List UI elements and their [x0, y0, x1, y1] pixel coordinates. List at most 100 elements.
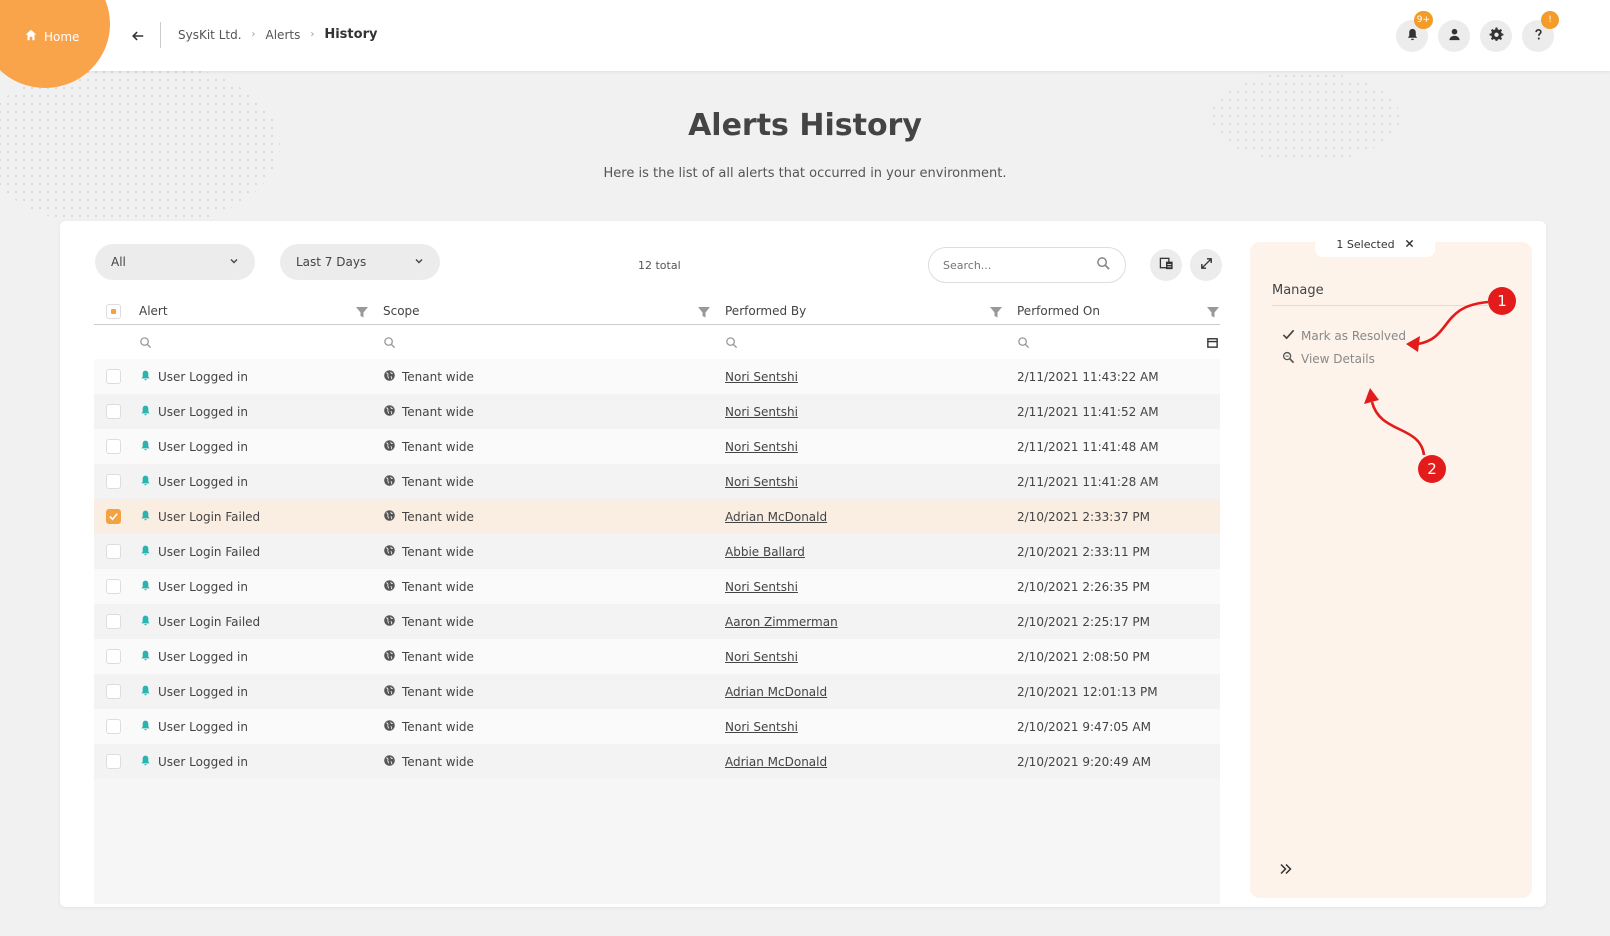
- user-link[interactable]: Nori Sentshi: [725, 405, 798, 419]
- collapse-panel-icon[interactable]: [1278, 861, 1294, 877]
- mark-as-resolved-button[interactable]: Mark as Resolved: [1282, 328, 1406, 344]
- timestamp: 2/10/2021 2:26:35 PM: [1017, 579, 1151, 594]
- table-row[interactable]: User Login Failed Tenant wide Adrian McDon…: [94, 499, 1220, 534]
- notifications-badge: 9+: [1413, 11, 1433, 29]
- row-checkbox[interactable]: [106, 649, 121, 664]
- table-row[interactable]: User Logged in Tenant wide Nori Sentshi 2/1…: [94, 429, 1220, 464]
- table-row[interactable]: User Logged in Tenant wide Nori Sentshi 2/1…: [94, 709, 1220, 744]
- expand-icon: [1199, 256, 1214, 275]
- column-header-scope[interactable]: Scope: [383, 298, 420, 324]
- manage-heading: Manage: [1272, 283, 1324, 298]
- performed-by-cell: Nori Sentshi: [725, 394, 798, 429]
- user-link[interactable]: Nori Sentshi: [725, 650, 798, 664]
- user-link[interactable]: Adrian McDonald: [725, 755, 827, 769]
- table-row[interactable]: User Logged in Tenant wide Nori Sentshi 2/1…: [94, 464, 1220, 499]
- question-icon: [1531, 27, 1546, 46]
- scope-cell: Tenant wide: [383, 359, 474, 394]
- user-link[interactable]: Aaron Zimmerman: [725, 615, 838, 629]
- column-search-icon[interactable]: [383, 336, 396, 349]
- search-box[interactable]: [928, 247, 1126, 283]
- row-checkbox[interactable]: [106, 754, 121, 769]
- row-checkbox[interactable]: [106, 684, 121, 699]
- globe-icon: [383, 579, 396, 595]
- calendar-icon[interactable]: [1206, 336, 1219, 349]
- user-link[interactable]: Adrian McDonald: [725, 685, 827, 699]
- column-chooser-button[interactable]: [1150, 249, 1182, 281]
- table-row[interactable]: User Logged in Tenant wide Adrian McDonald…: [94, 744, 1220, 779]
- table-row[interactable]: User Logged in Tenant wide Nori Sentshi 2/1…: [94, 639, 1220, 674]
- breadcrumb-item-syskit[interactable]: SysKit Ltd.: [178, 28, 242, 42]
- user-link[interactable]: Adrian McDonald: [725, 510, 827, 524]
- row-checkbox[interactable]: [106, 614, 121, 629]
- table-row[interactable]: User Logged in Tenant wide Nori Sentshi 2/1…: [94, 359, 1220, 394]
- zoom-details-icon: [1282, 351, 1295, 367]
- notifications-button[interactable]: 9+: [1396, 11, 1433, 52]
- breadcrumb-item-alerts[interactable]: Alerts: [266, 28, 301, 42]
- row-checkbox[interactable]: [106, 509, 121, 524]
- column-search-icon[interactable]: [139, 336, 152, 349]
- user-link[interactable]: Nori Sentshi: [725, 475, 798, 489]
- globe-icon: [383, 684, 396, 700]
- expand-button[interactable]: [1190, 249, 1222, 281]
- table-row[interactable]: User Logged in Tenant wide Nori Sentshi 2/1…: [94, 394, 1220, 429]
- bell-icon: [139, 404, 152, 420]
- filter-icon[interactable]: [989, 305, 1003, 319]
- bell-icon: [139, 684, 152, 700]
- scope-value: Tenant wide: [402, 754, 474, 769]
- user-link[interactable]: Nori Sentshi: [725, 440, 798, 454]
- grid-body: User Logged in Tenant wide Nori Sentshi 2/1…: [94, 359, 1220, 904]
- row-checkbox[interactable]: [106, 439, 121, 454]
- row-checkbox[interactable]: [106, 404, 121, 419]
- search-input[interactable]: [943, 258, 1083, 272]
- user-profile-button[interactable]: [1438, 20, 1470, 52]
- settings-button[interactable]: [1480, 20, 1512, 52]
- table-row[interactable]: User Logged in Tenant wide Adrian McDonald…: [94, 674, 1220, 709]
- check-icon: [1282, 328, 1295, 344]
- alert-name: User Logged in: [158, 369, 248, 384]
- scope-cell: Tenant wide: [383, 464, 474, 499]
- column-header-performed-by[interactable]: Performed By: [725, 298, 806, 324]
- alert-cell: User Logged in: [139, 709, 248, 744]
- column-search-icon[interactable]: [1017, 336, 1030, 349]
- breadcrumb-chevron-icon: ›: [310, 29, 315, 40]
- user-link[interactable]: Nori Sentshi: [725, 720, 798, 734]
- bell-icon: [139, 579, 152, 595]
- column-header-performed-on[interactable]: Performed On: [1017, 298, 1100, 324]
- user-link[interactable]: Nori Sentshi: [725, 580, 798, 594]
- row-checkbox[interactable]: [106, 579, 121, 594]
- close-icon[interactable]: [1405, 238, 1414, 251]
- selection-tab: 1 Selected: [1315, 231, 1435, 257]
- scope-cell: Tenant wide: [383, 499, 474, 534]
- row-checkbox[interactable]: [106, 544, 121, 559]
- timestamp: 2/10/2021 2:25:17 PM: [1017, 614, 1151, 629]
- globe-icon: [383, 439, 396, 455]
- performed-by-cell: Nori Sentshi: [725, 429, 798, 464]
- row-checkbox[interactable]: [106, 369, 121, 384]
- alert-cell: User Logged in: [139, 674, 248, 709]
- view-details-button[interactable]: View Details: [1282, 351, 1375, 367]
- date-range-dropdown[interactable]: Last 7 Days: [280, 244, 440, 280]
- table-row[interactable]: User Logged in Tenant wide Nori Sentshi 2/1…: [94, 569, 1220, 604]
- timestamp: 2/10/2021 2:08:50 PM: [1017, 649, 1151, 664]
- back-arrow-icon[interactable]: [128, 26, 148, 46]
- row-checkbox[interactable]: [106, 719, 121, 734]
- user-link[interactable]: Abbie Ballard: [725, 545, 805, 559]
- filter-icon[interactable]: [697, 305, 711, 319]
- help-button[interactable]: !: [1522, 11, 1559, 52]
- select-all-checkbox[interactable]: [106, 304, 121, 319]
- alert-type-dropdown[interactable]: All: [95, 244, 255, 280]
- user-link[interactable]: Nori Sentshi: [725, 370, 798, 384]
- home-button[interactable]: Home: [24, 28, 79, 45]
- table-row[interactable]: User Login Failed Tenant wide Abbie Ballar…: [94, 534, 1220, 569]
- row-checkbox[interactable]: [106, 474, 121, 489]
- performed-by-cell: Nori Sentshi: [725, 464, 798, 499]
- filter-icon[interactable]: [1206, 305, 1220, 319]
- chevron-down-icon: [229, 255, 239, 269]
- column-search-icon[interactable]: [725, 336, 738, 349]
- column-header-alert[interactable]: Alert: [139, 298, 168, 324]
- alerts-grid: Alert Scope Performed By Performed On Us…: [94, 298, 1220, 904]
- table-row[interactable]: User Login Failed Tenant wide Aaron Zimmer…: [94, 604, 1220, 639]
- selected-count: 1 Selected: [1336, 237, 1395, 251]
- performed-on-cell: 2/10/2021 12:01:13 PM: [1017, 674, 1158, 709]
- filter-icon[interactable]: [355, 305, 369, 319]
